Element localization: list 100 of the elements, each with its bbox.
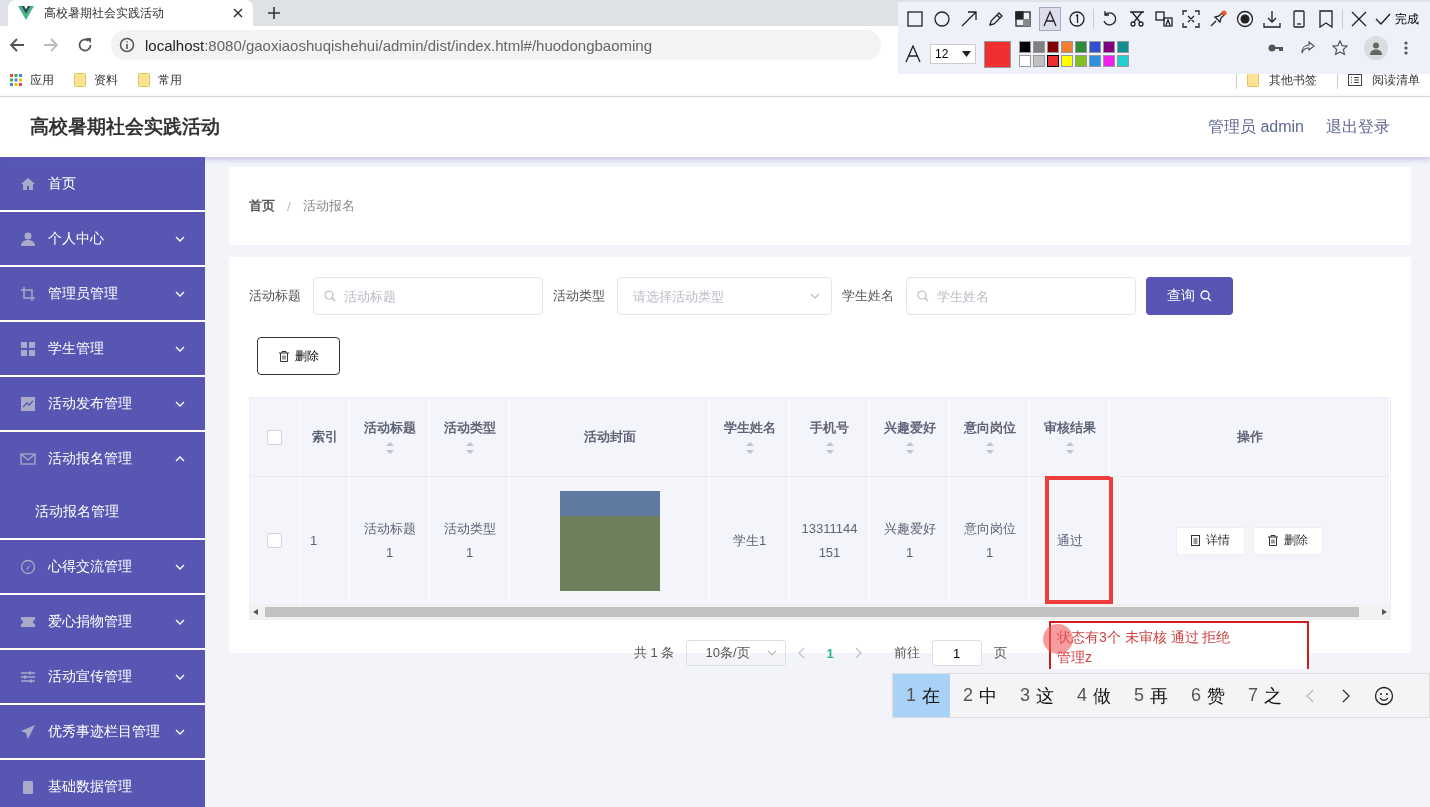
search-icon (917, 290, 929, 302)
ime-candidate[interactable]: 7 之 (1235, 674, 1293, 717)
table-cell-text: 学生1 (732, 531, 767, 550)
admin-user: 管理员 admin (1207, 116, 1304, 137)
color-swatch[interactable] (1089, 55, 1101, 67)
table-cell-text: 1 (310, 531, 318, 550)
current-color-swatch[interactable] (984, 40, 1011, 68)
column-header[interactable]: 活动封面 (583, 428, 636, 446)
menu-item-icon (20, 285, 36, 302)
font-icon (904, 45, 922, 63)
sidebar-item[interactable]: 活动报名管理 (0, 432, 205, 485)
color-swatch[interactable] (1103, 55, 1115, 67)
page-size-select[interactable]: 10条/页 (686, 640, 787, 666)
column-header[interactable]: 活动标题 (363, 419, 416, 437)
table-cell-text: 意向岗位1 (962, 520, 1017, 562)
done-button[interactable]: 完成 (1375, 10, 1419, 28)
table-cell-text: 兴趣爱好1 (882, 520, 937, 562)
close-icon[interactable] (233, 8, 243, 18)
key-icon[interactable] (1268, 43, 1284, 53)
details-button[interactable]: 详情 (1176, 526, 1245, 555)
delete-button[interactable]: 删除 (1253, 526, 1323, 555)
color-swatch[interactable] (1061, 55, 1073, 67)
trash-icon (1268, 535, 1278, 546)
ime-candidate[interactable]: 5 再 (1121, 674, 1179, 717)
next-icon[interactable] (1342, 688, 1351, 703)
menu-item-icon (20, 175, 36, 192)
color-swatch[interactable] (1089, 41, 1101, 53)
folder-icon (138, 73, 150, 87)
menu-item-icon (20, 230, 36, 247)
menu-item-icon (20, 558, 36, 575)
bookmark[interactable]: 常用 (138, 71, 182, 89)
select-field[interactable]: 请选择活动类型 (617, 277, 832, 315)
tab-title: 高校暑期社会实践活动 (44, 4, 164, 22)
ime-candidate[interactable]: 4 做 (1064, 674, 1122, 717)
bookmark[interactable]: 应用 (10, 71, 54, 89)
color-swatch[interactable] (1117, 55, 1129, 67)
table-cell-text: 活动类型1 (442, 520, 497, 562)
breadcrumb-item[interactable]: 首页 (249, 197, 275, 215)
column-header[interactable]: 活动类型 (443, 419, 496, 437)
folder-icon (74, 73, 86, 87)
breadcrumb-separator: / (287, 198, 291, 214)
column-header[interactable]: 操作 (1236, 428, 1263, 446)
column-header[interactable]: 审核结果 (1043, 419, 1096, 437)
query-button[interactable]: 查询 (1146, 277, 1233, 315)
logout-link[interactable]: 退出登录 (1326, 116, 1390, 138)
annotation-textbox[interactable]: 状态有3个 未审核 通过 拒绝 管理z (1049, 621, 1309, 669)
color-swatch[interactable] (1117, 41, 1129, 53)
color-swatch[interactable] (1047, 41, 1059, 53)
checkbox[interactable] (267, 533, 282, 548)
back-icon[interactable] (9, 37, 25, 53)
checkbox[interactable] (267, 429, 282, 445)
emoji-icon[interactable] (1374, 685, 1395, 706)
table-cell-text: 活动标题1 (362, 520, 417, 562)
menu-item-icon (20, 340, 36, 357)
page-input[interactable]: 1 (931, 640, 982, 666)
color-swatch[interactable] (1061, 41, 1073, 53)
search-icon (324, 290, 336, 302)
ime-candidate[interactable]: 3 这 (1007, 674, 1065, 717)
column-header[interactable]: 兴趣爱好 (883, 419, 936, 437)
color-swatch[interactable] (1075, 41, 1087, 53)
horizontal-scrollbar[interactable] (250, 604, 1390, 619)
color-swatch[interactable] (1075, 55, 1087, 67)
search-field[interactable]: 活动标题 (313, 277, 543, 315)
scan-tool-icon[interactable] (1180, 7, 1202, 31)
field-label: 活动标题 (249, 287, 301, 305)
plus-icon[interactable] (267, 6, 281, 20)
column-header[interactable]: 学生姓名 (723, 419, 776, 437)
star-icon[interactable] (1332, 40, 1348, 56)
browser-tab[interactable]: 高校暑期社会实践活动 (8, 0, 253, 26)
share-icon[interactable] (1300, 40, 1316, 56)
breadcrumb-item[interactable]: 活动报名 (302, 197, 355, 215)
search-icon (1200, 290, 1212, 302)
reload-icon[interactable] (77, 37, 93, 53)
text-tool-icon[interactable] (1039, 7, 1061, 31)
color-swatch[interactable] (1019, 41, 1031, 53)
color-swatch[interactable] (1047, 55, 1059, 67)
color-swatch[interactable] (1019, 55, 1031, 67)
document-icon (1191, 535, 1200, 546)
column-header[interactable]: 意向岗位 (963, 419, 1016, 437)
app-title: 高校暑期社会实践活动 (30, 115, 220, 139)
column-header[interactable]: 手机号 (810, 419, 849, 437)
delete-button[interactable]: 删除 (257, 337, 340, 375)
menu-item-icon (20, 395, 36, 412)
more-icon[interactable] (1404, 41, 1408, 55)
color-swatch[interactable] (1103, 41, 1115, 53)
address-bar[interactable]: localhost:8080/gaoxiaoshuqishehui/admin/dist/index.html#/huodongbaoming (111, 30, 881, 60)
ime-candidate[interactable]: 2 中 (950, 674, 1008, 717)
color-swatch[interactable] (1033, 41, 1045, 53)
ime-candidate[interactable]: 1 在 (893, 674, 950, 717)
column-header[interactable]: 索引 (311, 428, 338, 446)
apps-grid-icon (10, 74, 22, 86)
ime-candidate[interactable]: 6 赞 (1178, 674, 1236, 717)
font-size-select[interactable]: 12 (930, 44, 976, 64)
field-label: 活动类型 (553, 287, 605, 305)
color-swatch[interactable] (1033, 55, 1045, 67)
menu-item-icon (20, 778, 36, 795)
search-field[interactable]: 学生姓名 (906, 277, 1136, 315)
bookmark[interactable]: 资料 (74, 71, 118, 89)
field-label: 学生姓名 (842, 287, 894, 305)
page-suffix: 页 (993, 644, 1007, 662)
